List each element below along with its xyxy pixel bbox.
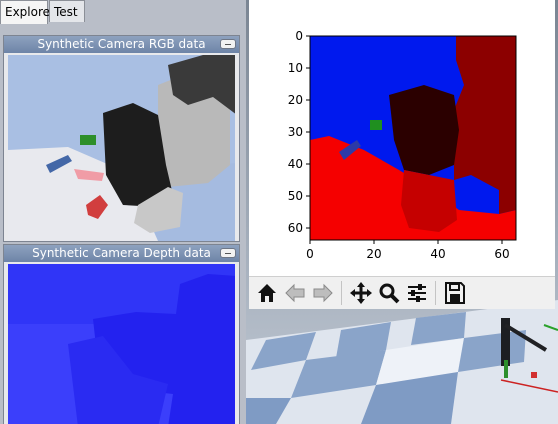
depth-panel-title: Synthetic Camera Depth data (32, 246, 211, 260)
y-tick-label: 40 (288, 157, 303, 171)
forward-arrow-icon[interactable] (311, 280, 335, 306)
x-axis: 0 20 40 60 (306, 240, 510, 261)
y-tick-label: 0 (295, 29, 303, 43)
zoom-icon[interactable] (377, 280, 401, 306)
y-tick-label: 10 (288, 61, 303, 75)
y-axis: 0 10 20 30 40 50 60 (288, 29, 310, 235)
matplotlib-toolbar (249, 276, 555, 309)
x-tick-label: 0 (306, 247, 314, 261)
tab-explorer[interactable]: Explorer (0, 0, 55, 24)
x-tick-label: 20 (366, 247, 381, 261)
home-icon[interactable] (255, 280, 279, 306)
rgb-camera-image (8, 55, 235, 241)
toolbar-separator (435, 281, 436, 305)
image-plot (310, 36, 516, 240)
depth-panel-title-bar[interactable]: Synthetic Camera Depth data (4, 245, 239, 262)
x-tick-label: 60 (494, 247, 509, 261)
x-tick-label: 40 (430, 247, 445, 261)
rgb-panel-title: Synthetic Camera RGB data (37, 37, 206, 51)
depth-panel-minimize-button[interactable] (220, 248, 236, 258)
tab-test[interactable]: Test (49, 0, 85, 22)
back-arrow-icon[interactable] (283, 280, 307, 306)
y-tick-label: 30 (288, 125, 303, 139)
tab-bar: Explorer Test (0, 0, 246, 24)
matplotlib-figure-window: 0 10 20 30 40 50 60 0 20 40 60 (249, 0, 555, 309)
rgb-camera-panel: Synthetic Camera RGB data (3, 35, 240, 242)
y-tick-label: 60 (288, 221, 303, 235)
save-icon[interactable] (443, 280, 467, 306)
left-dock: Explorer Test Synthetic Camera RGB data (0, 0, 246, 424)
simulation-viewport-area: 0 10 20 30 40 50 60 0 20 40 60 (246, 0, 558, 424)
y-tick-label: 20 (288, 93, 303, 107)
rgb-panel-title-bar[interactable]: Synthetic Camera RGB data (4, 36, 239, 53)
depth-camera-panel: Synthetic Camera Depth data (3, 244, 240, 424)
depth-camera-image (8, 264, 235, 424)
pan-icon[interactable] (349, 280, 373, 306)
y-tick-label: 50 (288, 189, 303, 203)
toolbar-separator (341, 281, 342, 305)
rgb-panel-minimize-button[interactable] (220, 39, 236, 49)
configure-subplots-icon[interactable] (405, 280, 429, 306)
